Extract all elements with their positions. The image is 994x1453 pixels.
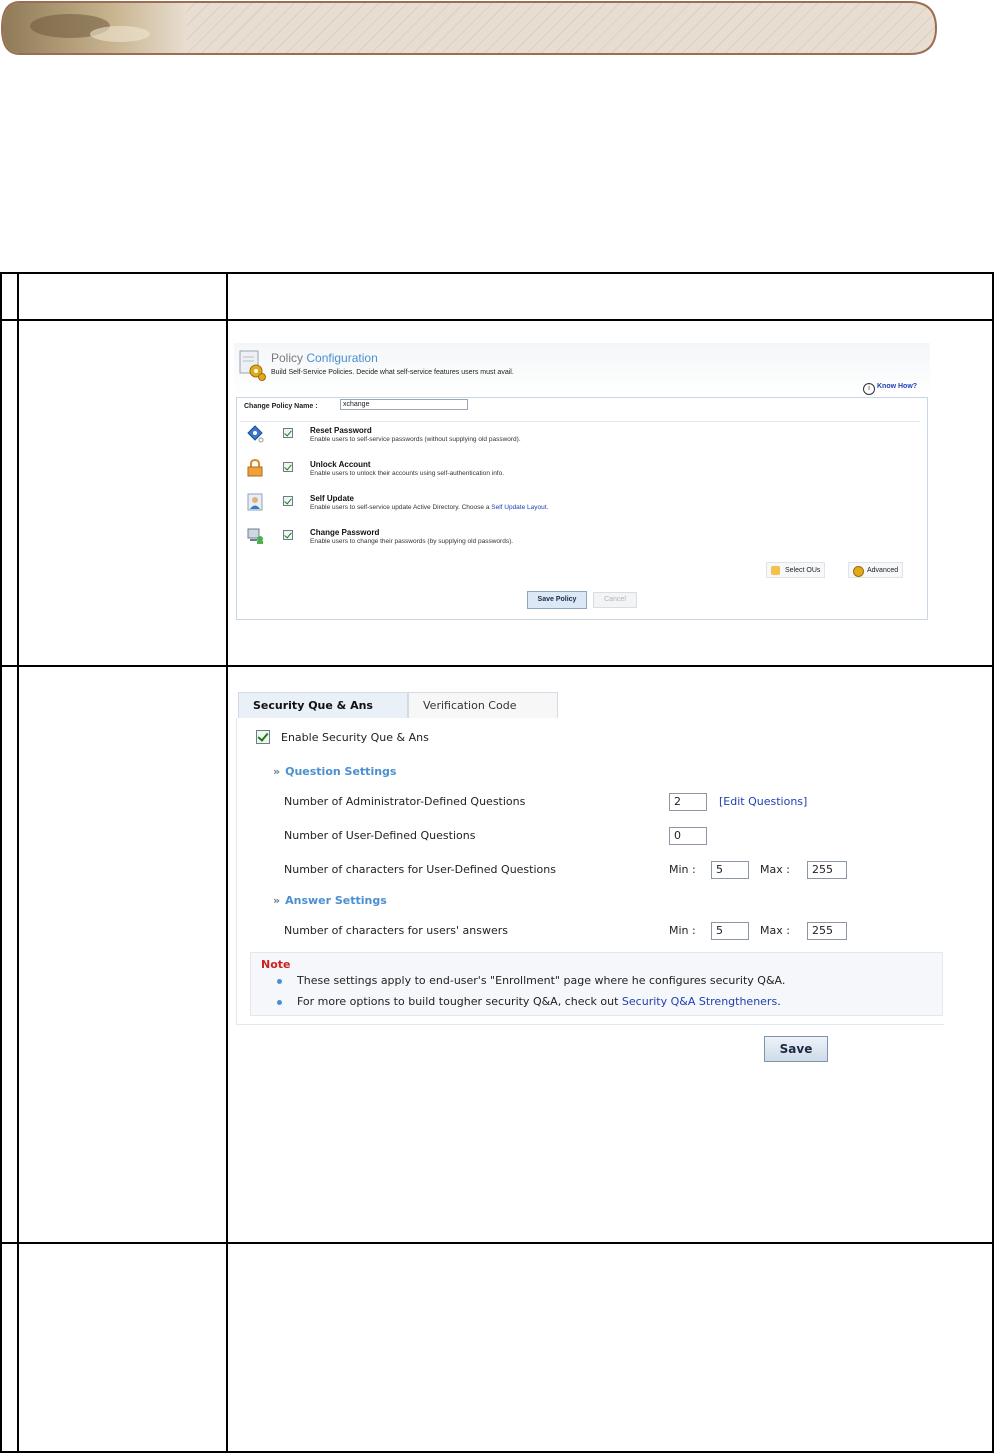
double-chevron-icon: » <box>273 894 281 907</box>
policy-subtitle: Build Self-Service Policies. Decide what… <box>271 369 514 376</box>
gear-icon <box>853 566 864 577</box>
user-question-chars-label: Number of characters for User-Defined Qu… <box>284 863 556 876</box>
policy-name-input[interactable]: xchange <box>340 399 468 410</box>
enable-security-qa-checkbox[interactable] <box>256 730 270 744</box>
advanced-button[interactable]: Advanced <box>848 562 904 578</box>
save-button[interactable]: Save <box>764 1036 828 1062</box>
enable-security-qa-label: Enable Security Que & Ans <box>281 731 429 744</box>
note-box: Note These settings apply to end-user's … <box>250 952 943 1016</box>
lock-icon <box>247 459 263 477</box>
policy-configuration-panel: Policy Configuration Build Self-Service … <box>234 343 930 621</box>
policy-title: Policy Configuration <box>271 351 378 365</box>
tab-bar: Security Que & Ans Verification Code <box>236 690 943 719</box>
self-update-layout-link[interactable]: Self Update Layout <box>491 504 546 511</box>
self-update-checkbox[interactable] <box>283 496 293 506</box>
know-how-link[interactable]: Know How? <box>877 383 917 390</box>
user-card-icon <box>247 493 263 511</box>
max-label: Max : <box>760 863 790 876</box>
answer-chars-label: Number of characters for users' answers <box>284 924 509 937</box>
security-qa-panel: Security Que & Ans Verification Code Ena… <box>236 690 944 1064</box>
user-question-min-input[interactable]: 5 <box>711 861 749 879</box>
user-question-max-input[interactable]: 255 <box>807 861 847 879</box>
note-line-2: For more options to build tougher securi… <box>297 995 781 1008</box>
tab-verification-code[interactable]: Verification Code <box>408 692 558 718</box>
edit-questions-link[interactable]: [Edit Questions] <box>719 795 807 808</box>
user-questions-label: Number of User-Defined Questions <box>284 829 476 842</box>
cancel-button[interactable]: Cancel <box>593 592 637 608</box>
min-label: Min : <box>669 863 696 876</box>
question-settings-heading[interactable]: » Question Settings <box>273 765 396 778</box>
note-title: Note <box>261 958 291 971</box>
reset-password-title: Reset Password <box>310 426 372 435</box>
note-line-1: These settings apply to end-user's "Enro… <box>297 974 786 987</box>
answer-settings-heading[interactable]: » Answer Settings <box>273 894 387 907</box>
bullet-icon <box>277 979 282 984</box>
policy-settings-icon <box>239 350 266 381</box>
admin-questions-label: Number of Administrator-Defined Question… <box>284 795 526 808</box>
reset-password-description: Enable users to self-service passwords (… <box>310 436 521 443</box>
security-qa-strengtheners-link[interactable]: Security Q&A Strengtheners <box>622 995 777 1008</box>
self-update-description: Enable users to self-service update Acti… <box>310 504 549 511</box>
admin-questions-input[interactable]: 2 <box>669 793 707 811</box>
change-password-description: Enable users to change their passwords (… <box>310 538 514 545</box>
answer-max-input[interactable]: 255 <box>807 922 847 940</box>
bullet-icon <box>277 1000 282 1005</box>
divider <box>240 421 920 422</box>
unlock-account-description: Enable users to unlock their accounts us… <box>310 470 505 477</box>
answer-min-input[interactable]: 5 <box>711 922 749 940</box>
key-icon <box>247 425 264 443</box>
reset-password-checkbox[interactable] <box>283 428 293 438</box>
change-password-checkbox[interactable] <box>283 530 293 540</box>
change-password-title: Change Password <box>310 528 380 537</box>
select-ous-button[interactable]: Select OUs <box>766 562 826 578</box>
min-label: Min : <box>669 924 696 937</box>
policy-header: Policy Configuration Build Self-Service … <box>234 343 930 395</box>
unlock-account-checkbox[interactable] <box>283 462 293 472</box>
header-banner <box>0 1 938 55</box>
policy-name-label: Change Policy Name : <box>244 403 318 410</box>
save-policy-button[interactable]: Save Policy <box>527 591 587 609</box>
computer-user-icon <box>247 528 263 544</box>
info-icon: i <box>863 383 875 395</box>
self-update-title: Self Update <box>310 494 355 503</box>
max-label: Max : <box>760 924 790 937</box>
unlock-account-title: Unlock Account <box>310 460 371 469</box>
folder-icon <box>771 566 780 575</box>
double-chevron-icon: » <box>273 765 281 778</box>
tab-security-qa[interactable]: Security Que & Ans <box>238 692 408 718</box>
user-questions-input[interactable]: 0 <box>669 827 707 845</box>
